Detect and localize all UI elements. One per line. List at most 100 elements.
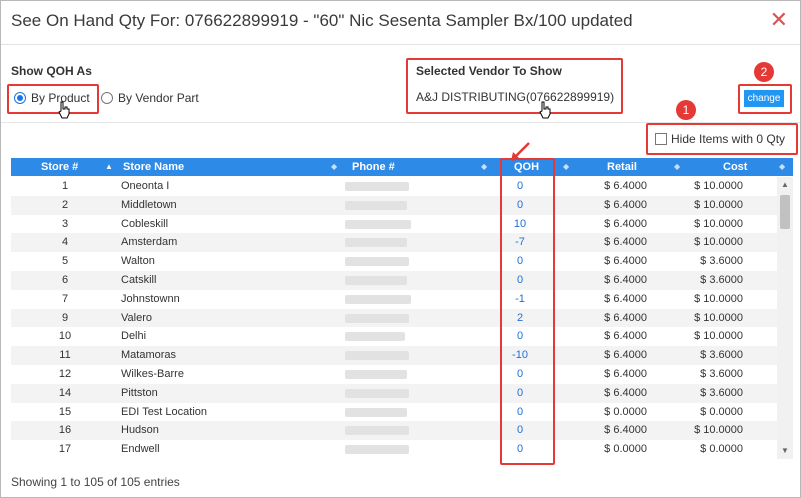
- cost-cell: $ 10.0000: [694, 292, 743, 305]
- redacted-phone: [345, 332, 405, 342]
- table-row[interactable]: 4 Amsterdam -7 $ 6.4000 $ 10.0000: [11, 233, 777, 253]
- close-icon[interactable]: ✕: [770, 9, 788, 31]
- retail-cell: $ 6.4000: [604, 292, 647, 305]
- table-row[interactable]: 16 Hudson 0 $ 6.4000 $ 10.0000: [11, 421, 777, 441]
- col-retail[interactable]: Retail: [607, 158, 637, 176]
- sort-icon[interactable]: ◆: [779, 158, 785, 176]
- vendor-highlight: [406, 58, 623, 114]
- by-vendor-part-label[interactable]: By Vendor Part: [118, 91, 199, 105]
- store-name-cell: EDI Test Location: [121, 405, 208, 418]
- col-store-number[interactable]: Store #: [41, 158, 78, 176]
- table-row[interactable]: 1 Oneonta I 0 $ 6.4000 $ 10.0000: [11, 177, 777, 196]
- hide-zero-checkbox[interactable]: [655, 133, 667, 145]
- redacted-phone: [345, 219, 411, 229]
- cost-cell: $ 10.0000: [694, 198, 743, 211]
- hide-zero-label[interactable]: Hide Items with 0 Qty: [671, 132, 785, 146]
- table-header: Store # ▲ Store Name ◆ Phone # ◆ QOH ◆ R…: [11, 158, 793, 176]
- sort-icon[interactable]: ◆: [674, 158, 680, 176]
- table-row[interactable]: 6 Catskill 0 $ 6.4000 $ 3.6000: [11, 271, 777, 290]
- table-row[interactable]: 5 Walton 0 $ 6.4000 $ 3.6000: [11, 252, 777, 272]
- cost-cell: $ 10.0000: [694, 236, 743, 249]
- redacted-phone: [345, 426, 409, 436]
- scroll-down-icon[interactable]: ▼: [777, 443, 793, 459]
- table-row[interactable]: 2 Middletown 0 $ 6.4000 $ 10.0000: [11, 195, 777, 215]
- table-row[interactable]: 17 Endwell 0 $ 0.0000 $ 0.0000: [11, 440, 777, 459]
- table-row[interactable]: 15 EDI Test Location 0 $ 0.0000 $ 0.0000: [11, 402, 777, 422]
- retail-cell: $ 0.0000: [604, 405, 647, 418]
- by-product-highlight: [7, 84, 99, 114]
- cost-cell: $ 10.0000: [694, 180, 743, 192]
- hand-cursor-icon: [57, 101, 71, 122]
- cost-cell: $ 0.0000: [700, 443, 743, 456]
- retail-cell: $ 6.4000: [604, 236, 647, 249]
- redacted-phone: [345, 182, 409, 191]
- table-row[interactable]: 11 Matamoras -10 $ 6.4000 $ 3.6000: [11, 346, 777, 366]
- redacted-phone: [345, 294, 411, 304]
- store-number-cell: 10: [58, 330, 72, 343]
- store-name-cell: Amsterdam: [121, 236, 178, 249]
- store-number-cell: 12: [58, 368, 72, 380]
- cost-cell: $ 10.0000: [694, 330, 743, 343]
- store-name-cell: Pittston: [121, 386, 158, 399]
- table-row[interactable]: 3 Cobleskill 10 $ 6.4000 $ 10.0000: [11, 214, 777, 234]
- retail-cell: $ 6.4000: [604, 368, 647, 380]
- retail-cell: $ 6.4000: [604, 255, 647, 268]
- cost-cell: $ 0.0000: [700, 405, 743, 418]
- annotation-badge-2: 2: [754, 62, 774, 82]
- store-number-cell: 4: [61, 236, 69, 249]
- cost-cell: $ 10.0000: [694, 424, 743, 437]
- store-number-cell: 11: [59, 349, 71, 362]
- sort-icon[interactable]: ◆: [331, 158, 337, 176]
- scroll-up-icon[interactable]: ▲: [777, 177, 793, 193]
- store-name-cell: Matamoras: [121, 349, 177, 362]
- store-number-cell: 15: [58, 405, 72, 418]
- store-number-cell: 3: [61, 217, 69, 230]
- store-number-cell: 2: [61, 198, 69, 211]
- dialog-title-bar: See On Hand Qty For: 076622899919 - "60"…: [1, 1, 800, 45]
- store-name-cell: Catskill: [121, 274, 157, 286]
- by-vendor-part-radio[interactable]: [101, 92, 113, 104]
- cost-cell: $ 3.6000: [700, 368, 743, 380]
- annotation-arrow-icon: [511, 142, 530, 161]
- cost-cell: $ 3.6000: [700, 349, 743, 362]
- retail-cell: $ 6.4000: [604, 198, 647, 211]
- col-store-name[interactable]: Store Name: [123, 158, 184, 176]
- redacted-phone: [345, 257, 409, 267]
- table-row[interactable]: 12 Wilkes-Barre 0 $ 6.4000 $ 3.6000: [11, 365, 777, 384]
- cost-cell: $ 3.6000: [700, 274, 743, 286]
- table-row[interactable]: 9 Valero 2 $ 6.4000 $ 10.0000: [11, 308, 777, 328]
- sort-icon[interactable]: ◆: [481, 158, 487, 176]
- retail-cell: $ 6.4000: [604, 274, 647, 286]
- cost-cell: $ 10.0000: [694, 217, 743, 230]
- redacted-phone: [345, 313, 409, 323]
- retail-cell: $ 6.4000: [604, 349, 647, 362]
- sort-asc-icon[interactable]: ▲: [105, 158, 113, 176]
- col-cost[interactable]: Cost: [723, 158, 747, 176]
- store-number-cell: 1: [61, 180, 69, 192]
- col-phone[interactable]: Phone #: [352, 158, 395, 176]
- store-number-cell: 7: [61, 292, 69, 305]
- cost-cell: $ 10.0000: [694, 311, 743, 324]
- scrollbar-thumb[interactable]: [780, 195, 790, 229]
- store-name-cell: Cobleskill: [121, 217, 169, 230]
- retail-cell: $ 0.0000: [604, 443, 647, 456]
- retail-cell: $ 6.4000: [604, 217, 647, 230]
- table-row[interactable]: 10 Delhi 0 $ 6.4000 $ 10.0000: [11, 327, 777, 347]
- change-button[interactable]: change: [744, 90, 784, 107]
- table-row[interactable]: 7 Johnstownn -1 $ 6.4000 $ 10.0000: [11, 289, 777, 309]
- store-number-cell: 16: [58, 424, 72, 437]
- sort-icon[interactable]: ◆: [563, 158, 569, 176]
- table-row[interactable]: 14 Pittston 0 $ 6.4000 $ 3.6000: [11, 383, 777, 403]
- redacted-phone: [345, 238, 407, 248]
- qoh-dialog: See On Hand Qty For: 076622899919 - "60"…: [0, 0, 801, 498]
- store-number-cell: 17: [58, 443, 72, 456]
- redacted-phone: [345, 200, 407, 210]
- cost-cell: $ 3.6000: [700, 386, 743, 399]
- table-scrollbar[interactable]: ▲ ▼: [777, 177, 793, 459]
- store-number-cell: 14: [58, 386, 72, 399]
- redacted-phone: [345, 370, 407, 379]
- store-name-cell: Hudson: [121, 424, 159, 437]
- entries-summary: Showing 1 to 105 of 105 entries: [11, 475, 180, 489]
- redacted-phone: [345, 276, 407, 285]
- retail-cell: $ 6.4000: [604, 424, 647, 437]
